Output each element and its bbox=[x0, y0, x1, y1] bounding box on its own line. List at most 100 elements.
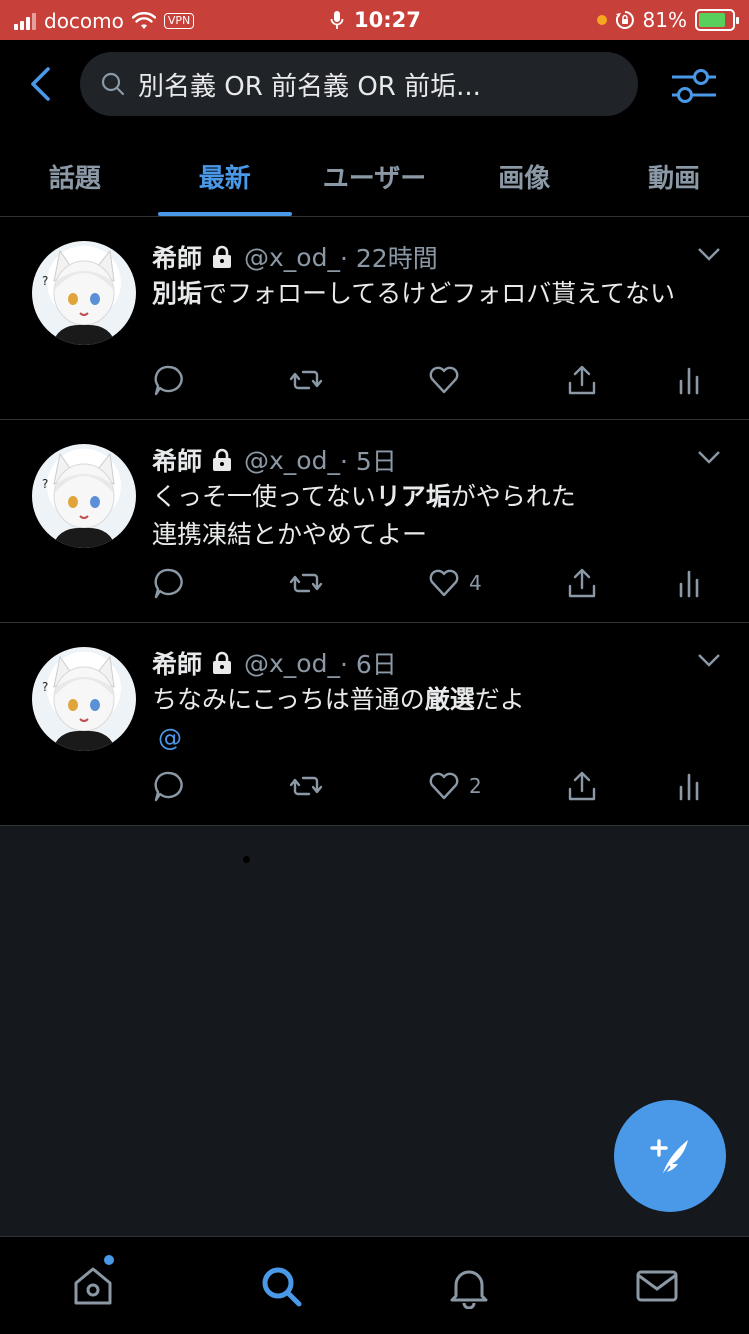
analytics-button[interactable] bbox=[672, 363, 706, 397]
tab-top[interactable]: 話題 bbox=[0, 146, 150, 216]
avatar[interactable]: ? bbox=[32, 241, 136, 345]
heart-icon bbox=[429, 366, 459, 394]
display-name[interactable]: 希師 bbox=[152, 442, 202, 478]
share-button[interactable] bbox=[565, 566, 599, 600]
microphone-icon bbox=[330, 11, 344, 29]
share-button[interactable] bbox=[565, 363, 599, 397]
tweet-text-post: がやられた bbox=[450, 482, 576, 511]
analytics-button[interactable] bbox=[672, 566, 706, 600]
signal-icon bbox=[14, 12, 36, 30]
avatar-image: ? bbox=[42, 249, 116, 345]
analytics-button[interactable] bbox=[672, 769, 706, 803]
like-button[interactable]: 4 bbox=[427, 566, 482, 600]
heart-icon bbox=[429, 569, 459, 597]
tab-videos[interactable]: 動画 bbox=[599, 146, 749, 216]
lock-icon bbox=[213, 651, 232, 674]
like-button[interactable] bbox=[427, 363, 469, 397]
search-icon bbox=[101, 72, 125, 96]
retweet-button[interactable] bbox=[289, 566, 323, 600]
analytics-icon bbox=[679, 367, 699, 395]
share-icon bbox=[568, 568, 596, 598]
handle[interactable]: @x_od_ bbox=[244, 243, 340, 272]
carrier-label: docomo bbox=[44, 9, 124, 33]
reply-button[interactable] bbox=[152, 566, 186, 600]
tweet-text-body: でフォローしてるけどフォロバ貰えてない bbox=[202, 279, 676, 308]
compose-tweet-button[interactable] bbox=[614, 1100, 726, 1212]
tweet[interactable]: ? 希師 @x_od_ · 22時間 別垢でフォローしてるけどフォロバ貰えてない bbox=[0, 217, 749, 420]
clock: 10:27 bbox=[354, 8, 421, 32]
home-notification-dot bbox=[104, 1255, 114, 1265]
reply-button[interactable] bbox=[152, 363, 186, 397]
avatar[interactable]: ? bbox=[32, 444, 136, 548]
back-button[interactable] bbox=[26, 66, 56, 102]
status-bar: docomo VPN 10:27 81% bbox=[0, 0, 749, 40]
tweet-text-line2: 連携凍結とかやめてよー bbox=[152, 520, 428, 549]
handle[interactable]: @x_od_ bbox=[244, 446, 340, 475]
bell-icon[interactable] bbox=[446, 1263, 492, 1309]
home-icon[interactable] bbox=[70, 1263, 116, 1309]
recording-indicator bbox=[596, 15, 607, 25]
highlight-text: 厳選 bbox=[424, 685, 475, 714]
avatar[interactable]: ? bbox=[32, 647, 136, 751]
handle[interactable]: @x_od_ bbox=[244, 649, 340, 678]
search-settings-button[interactable] bbox=[670, 66, 718, 106]
vpn-badge: VPN bbox=[163, 13, 195, 29]
svg-text:?: ? bbox=[42, 274, 48, 288]
tweet-text: くっそ一使ってないリア垢がやられた 連携凍結とかやめてよー bbox=[152, 478, 722, 554]
search-icon[interactable] bbox=[258, 1263, 304, 1309]
display-name[interactable]: 希師 bbox=[152, 645, 202, 681]
search-input[interactable]: 別名義 OR 前名義 OR 前垢... bbox=[80, 52, 638, 116]
tweet-text: 別垢でフォローしてるけどフォロバ貰えてない bbox=[152, 275, 722, 313]
analytics-icon bbox=[679, 570, 699, 598]
tweet-feed: ? 希師 @x_od_ · 22時間 別垢でフォローしてるけどフォロバ貰えてない bbox=[0, 216, 749, 826]
tweet-actions: 2 bbox=[152, 769, 712, 809]
chevron-down-icon[interactable] bbox=[697, 450, 721, 464]
retweet-icon bbox=[289, 370, 323, 390]
reply-button[interactable] bbox=[152, 769, 186, 803]
share-icon bbox=[568, 365, 596, 395]
battery-percent: 81% bbox=[642, 8, 687, 32]
lock-icon bbox=[213, 448, 232, 471]
chevron-down-icon[interactable] bbox=[697, 247, 721, 261]
highlight-text: 別垢 bbox=[152, 279, 203, 308]
tab-people[interactable]: ユーザー bbox=[300, 146, 450, 216]
tweet-text-post: だよ bbox=[474, 685, 525, 714]
tweet[interactable]: ? 希師 @x_od_ · 5日 くっそ一使ってないリア垢がやられた 連携凍結と… bbox=[0, 420, 749, 623]
svg-text:?: ? bbox=[42, 680, 48, 694]
bottom-tab-bar bbox=[0, 1236, 749, 1334]
tweet[interactable]: ? 希師 @x_od_ · 6日 ちなみにこっちは普通の厳選だよ @ 2 bbox=[0, 623, 749, 826]
avatar-image: ? bbox=[42, 655, 116, 751]
tweet-text-pre: ちなみにこっちは普通の bbox=[152, 685, 425, 714]
retweet-button[interactable] bbox=[289, 769, 323, 803]
analytics-icon bbox=[679, 773, 699, 801]
like-button[interactable]: 2 bbox=[427, 769, 482, 803]
timestamp[interactable]: · 22時間 bbox=[340, 239, 438, 275]
reply-icon bbox=[154, 771, 183, 802]
svg-text:?: ? bbox=[42, 477, 48, 491]
display-name[interactable]: 希師 bbox=[152, 239, 202, 275]
share-button[interactable] bbox=[565, 769, 599, 803]
reply-icon bbox=[154, 568, 183, 599]
tab-photos[interactable]: 画像 bbox=[449, 146, 599, 216]
loading-indicator bbox=[243, 856, 250, 863]
mail-icon[interactable] bbox=[634, 1263, 680, 1309]
search-header: 別名義 OR 前名義 OR 前垢... 話題 最新 ユーザー 画像 動画 bbox=[0, 40, 749, 216]
chevron-down-icon[interactable] bbox=[697, 653, 721, 667]
timestamp[interactable]: · 5日 bbox=[340, 442, 397, 478]
tab-latest[interactable]: 最新 bbox=[150, 146, 300, 216]
like-count: 2 bbox=[469, 774, 482, 798]
reply-icon bbox=[154, 365, 183, 396]
lock-icon bbox=[213, 245, 232, 268]
retweet-button[interactable] bbox=[289, 363, 323, 397]
mention-link[interactable]: @ bbox=[158, 724, 182, 752]
share-icon bbox=[568, 771, 596, 801]
tweet-text: ちなみにこっちは普通の厳選だよ @ bbox=[152, 681, 722, 757]
heart-icon bbox=[429, 772, 459, 800]
orientation-lock-icon bbox=[615, 11, 634, 29]
retweet-icon bbox=[289, 776, 323, 796]
wifi-icon bbox=[131, 12, 156, 29]
timestamp[interactable]: · 6日 bbox=[340, 645, 397, 681]
highlight-text: リア垢 bbox=[375, 482, 451, 511]
tweet-actions: 4 bbox=[152, 566, 712, 606]
search-query: 別名義 OR 前名義 OR 前垢... bbox=[138, 71, 481, 102]
